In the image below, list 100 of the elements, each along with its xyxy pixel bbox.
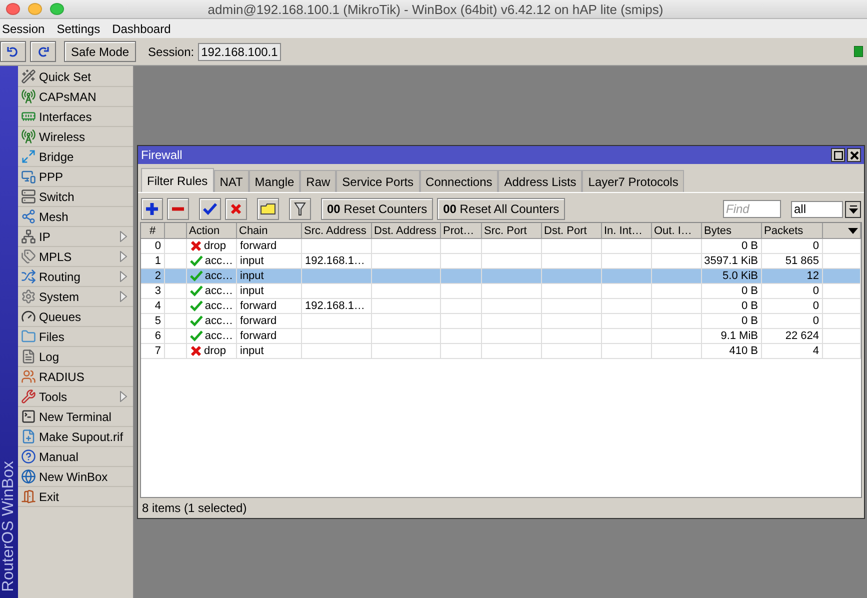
status-text: 8 items (1 selected)	[141, 500, 248, 517]
add-button[interactable]	[141, 198, 163, 220]
wrench-icon	[21, 389, 36, 404]
document-icon	[21, 349, 36, 364]
x-icon	[230, 203, 242, 215]
check-icon	[190, 300, 203, 312]
sidebar-item[interactable]: System	[18, 287, 133, 307]
sidebar-item[interactable]: CAPsMAN	[18, 87, 133, 107]
sidebar-item[interactable]: PPP	[18, 167, 133, 187]
table-row[interactable]: 5 acc… forward 0 B 0	[141, 314, 861, 329]
window-title: admin@192.168.100.1 (MikroTik) - WinBox (64bit) v6.42.12 on hAP lite (smips)	[206, 2, 664, 16]
close-button[interactable]	[847, 148, 861, 162]
network-icon	[21, 229, 36, 244]
shuffle-icon	[21, 269, 36, 284]
filter-button[interactable]	[289, 198, 311, 220]
firewall-title: Firewall	[141, 148, 184, 162]
enable-button[interactable]	[199, 198, 221, 220]
sidebar-item[interactable]: New WinBox	[18, 467, 133, 487]
comment-button[interactable]	[257, 198, 279, 220]
help-icon	[21, 449, 36, 464]
x-icon	[190, 240, 202, 252]
tab[interactable]: Address Lists	[498, 170, 582, 192]
check-icon	[190, 255, 203, 267]
x-icon	[190, 345, 202, 357]
tags-icon	[21, 249, 36, 264]
sidebar-item[interactable]: Switch	[18, 187, 133, 207]
sidebar-item[interactable]: Manual	[18, 447, 133, 467]
tab[interactable]: NAT	[214, 170, 249, 192]
sidebar-item[interactable]: Quick Set	[18, 67, 133, 87]
tab[interactable]: Raw	[300, 170, 336, 192]
antenna-icon	[21, 129, 36, 144]
table-row[interactable]: 1 acc… input 192.168.1… 3597.1 KiB 51 865	[141, 254, 861, 269]
sidebar-item[interactable]: Interfaces	[18, 107, 133, 127]
table-cell: 7	[141, 344, 165, 359]
undo-icon	[7, 46, 19, 58]
session-field[interactable]: 192.168.100.1	[198, 42, 281, 60]
sidebar-item[interactable]: Mesh	[18, 207, 133, 227]
door-icon	[21, 489, 36, 504]
sidebar-item[interactable]: Make Supout.rif	[18, 427, 133, 447]
dropdown-button[interactable]	[845, 200, 861, 218]
file-plus-icon	[21, 429, 36, 444]
sidebar-item[interactable]: RADIUS	[18, 367, 133, 387]
server-icon	[21, 189, 36, 204]
table-row[interactable]: 6 acc… forward 9.1 MiB 22 624	[141, 329, 861, 344]
remove-button[interactable]	[167, 198, 189, 220]
funnel-icon	[294, 202, 306, 216]
tab[interactable]: Service Ports	[336, 170, 420, 192]
sidebar-item[interactable]: Routing	[18, 267, 133, 287]
table-row[interactable]: 4 acc… forward 192.168.1… 0 B 0	[141, 299, 861, 314]
people-icon	[21, 369, 36, 384]
expand-arrows-icon	[21, 149, 36, 164]
disable-button[interactable]	[225, 198, 247, 220]
table-row[interactable]: 0 drop forward 0 B 0	[141, 239, 861, 254]
antenna-icon	[21, 89, 36, 104]
brand-text: RouterOS WinBox	[0, 461, 18, 592]
gauge-icon	[21, 309, 36, 324]
sidebar-item[interactable]: Files	[18, 327, 133, 347]
sidebar-item[interactable]: MPLS	[18, 247, 133, 267]
check-icon	[190, 285, 203, 297]
undo-button[interactable]	[0, 41, 26, 62]
tab[interactable]: Mangle	[248, 170, 300, 192]
table-row[interactable]: 7 drop input 410 B 4	[141, 344, 861, 359]
table-row[interactable]: 2 acc… input 5.0 KiB 12	[141, 269, 861, 284]
sidebar-item[interactable]: IP	[18, 227, 133, 247]
sidebar-item[interactable]: Log	[18, 347, 133, 367]
tab[interactable]: Filter Rules	[141, 168, 214, 192]
redo-icon	[37, 46, 49, 58]
check-icon	[203, 203, 217, 215]
sidebar-item[interactable]: Exit	[18, 487, 133, 507]
check-icon	[190, 315, 203, 327]
sidebar-item[interactable]: Bridge	[18, 147, 133, 167]
sidebar-item[interactable]: Wireless	[18, 127, 133, 147]
find-field[interactable]: Find	[723, 200, 781, 218]
session-label: Session:	[148, 44, 194, 58]
menu-item[interactable]: Session	[0, 22, 49, 36]
reset-counters-button[interactable]: 00 Reset All Counters	[437, 198, 566, 220]
menu-item[interactable]: Dashboard	[110, 22, 175, 36]
sidebar-item[interactable]: New Terminal	[18, 407, 133, 427]
wand-icon	[21, 69, 36, 84]
tab[interactable]: Layer7 Protocols	[582, 170, 684, 192]
maximize-button[interactable]	[831, 148, 845, 162]
table-row[interactable]: 3 acc… input 0 B 0	[141, 284, 861, 299]
tab[interactable]: Connections	[420, 170, 498, 192]
check-icon	[190, 270, 203, 282]
plus-icon	[145, 202, 159, 216]
nodes-icon	[21, 209, 36, 224]
safe-mode-button[interactable]: Safe Mode	[64, 41, 136, 62]
memory-card-icon	[21, 109, 36, 124]
sidebar-item[interactable]: Tools	[18, 387, 133, 407]
redo-button[interactable]	[30, 41, 56, 62]
reset-counters-button[interactable]: 00 Reset Counters	[321, 198, 434, 220]
table-cell: 4	[762, 344, 823, 359]
folder-icon	[21, 329, 36, 344]
menu-item[interactable]: Settings	[54, 22, 104, 36]
sidebar-item[interactable]: Queues	[18, 307, 133, 327]
caret-icon[interactable]	[848, 228, 858, 234]
filter-select[interactable]: all	[791, 200, 843, 218]
gear-icon	[21, 289, 36, 304]
computer-icon	[21, 169, 36, 184]
globe-icon	[21, 469, 36, 484]
